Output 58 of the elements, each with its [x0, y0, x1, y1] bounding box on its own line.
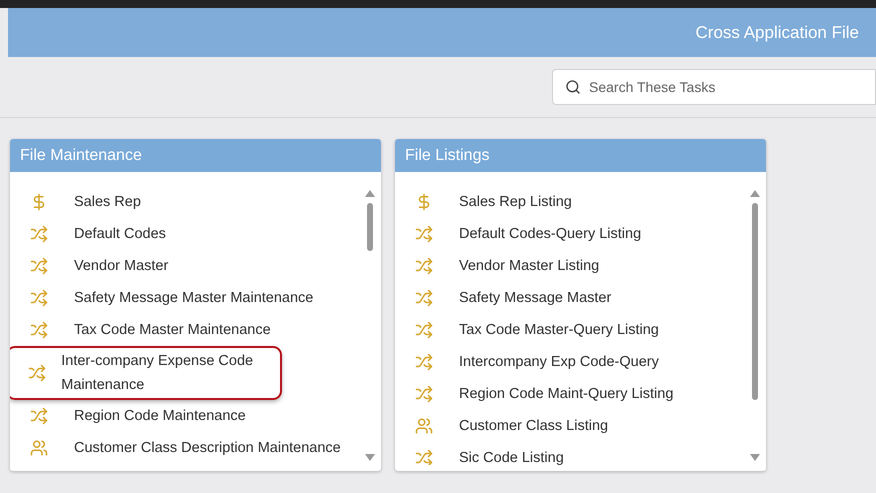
shuffle-icon — [415, 225, 433, 243]
task-item[interactable]: Sales Rep Listing — [395, 186, 748, 218]
scroll-down-icon — [365, 454, 375, 461]
shuffle-icon — [30, 225, 48, 243]
task-label: Region Code Maint-Query Listing — [459, 385, 674, 404]
task-item[interactable]: Vendor Master — [10, 250, 363, 282]
search-icon — [565, 79, 581, 95]
task-item[interactable]: Vendor Master Listing — [395, 250, 748, 282]
task-label: Region Code Maintenance — [74, 407, 246, 426]
task-label: Inter-company Expense Code Maintenance — [61, 352, 254, 395]
scroll-down-icon — [750, 454, 760, 461]
task-item[interactable]: Sic Code Listing — [395, 442, 748, 465]
shuffle-icon — [30, 257, 48, 275]
header-title: Cross Application File — [696, 22, 859, 44]
shuffle-icon — [415, 353, 433, 371]
task-item[interactable]: Tax Code Master-Query Listing — [395, 314, 748, 346]
task-label: Sic Code Listing — [459, 449, 564, 465]
panel-title: File Maintenance — [20, 146, 142, 166]
task-label: Default Codes — [74, 225, 166, 244]
task-item[interactable]: Tax Code Master Maintenance — [10, 314, 363, 346]
scroll-up-icon — [750, 190, 760, 197]
task-label: Sales Rep — [74, 193, 141, 212]
task-item[interactable]: Intercompany Exp Code-Query — [395, 346, 748, 378]
task-item[interactable]: Inter-company Expense Code Maintenance — [10, 346, 282, 400]
task-label: Intercompany Exp Code-Query — [459, 353, 659, 372]
task-label: Safety Message Master Maintenance — [74, 289, 314, 308]
people-icon — [415, 417, 433, 435]
task-label: Vendor Master Listing — [459, 257, 600, 276]
task-item[interactable]: Region Code Maintenance — [10, 400, 363, 432]
task-item[interactable]: Default Codes-Query Listing — [395, 218, 748, 250]
task-item[interactable]: Sales Rep — [10, 186, 363, 218]
scroll-up-icon — [365, 190, 375, 197]
task-label: Tax Code Master-Query Listing — [459, 321, 659, 340]
panel-title: File Listings — [405, 146, 490, 166]
task-item[interactable]: Customer Class Listing — [395, 410, 748, 442]
shuffle-icon — [30, 407, 48, 425]
shuffle-icon — [30, 289, 48, 307]
task-item[interactable]: Safety Message Master — [395, 282, 748, 314]
task-label: Default Codes-Query Listing — [459, 225, 642, 244]
task-item[interactable]: Safety Message Master Maintenance — [10, 282, 363, 314]
task-label: Safety Message Master — [459, 289, 612, 308]
task-label: Vendor Master — [74, 257, 168, 276]
task-label: Customer Class Description Maintenance — [74, 439, 341, 458]
task-item[interactable]: Customer Class Description Maintenance — [10, 432, 363, 464]
task-label: Tax Code Master Maintenance — [74, 321, 271, 340]
shuffle-icon — [415, 449, 433, 465]
shuffle-icon — [415, 289, 433, 307]
shuffle-icon — [415, 257, 433, 275]
shuffle-icon — [28, 364, 46, 382]
task-item[interactable]: Default Codes — [10, 218, 363, 250]
shuffle-icon — [415, 321, 433, 339]
task-label: Customer Class Listing — [459, 417, 608, 436]
task-label: Sales Rep Listing — [459, 193, 572, 212]
search-field[interactable]: Search These Tasks — [552, 69, 876, 105]
people-icon — [30, 439, 48, 457]
shuffle-icon — [30, 321, 48, 339]
task-item[interactable]: Region Code Maint-Query Listing — [395, 378, 748, 410]
shuffle-icon — [415, 385, 433, 403]
